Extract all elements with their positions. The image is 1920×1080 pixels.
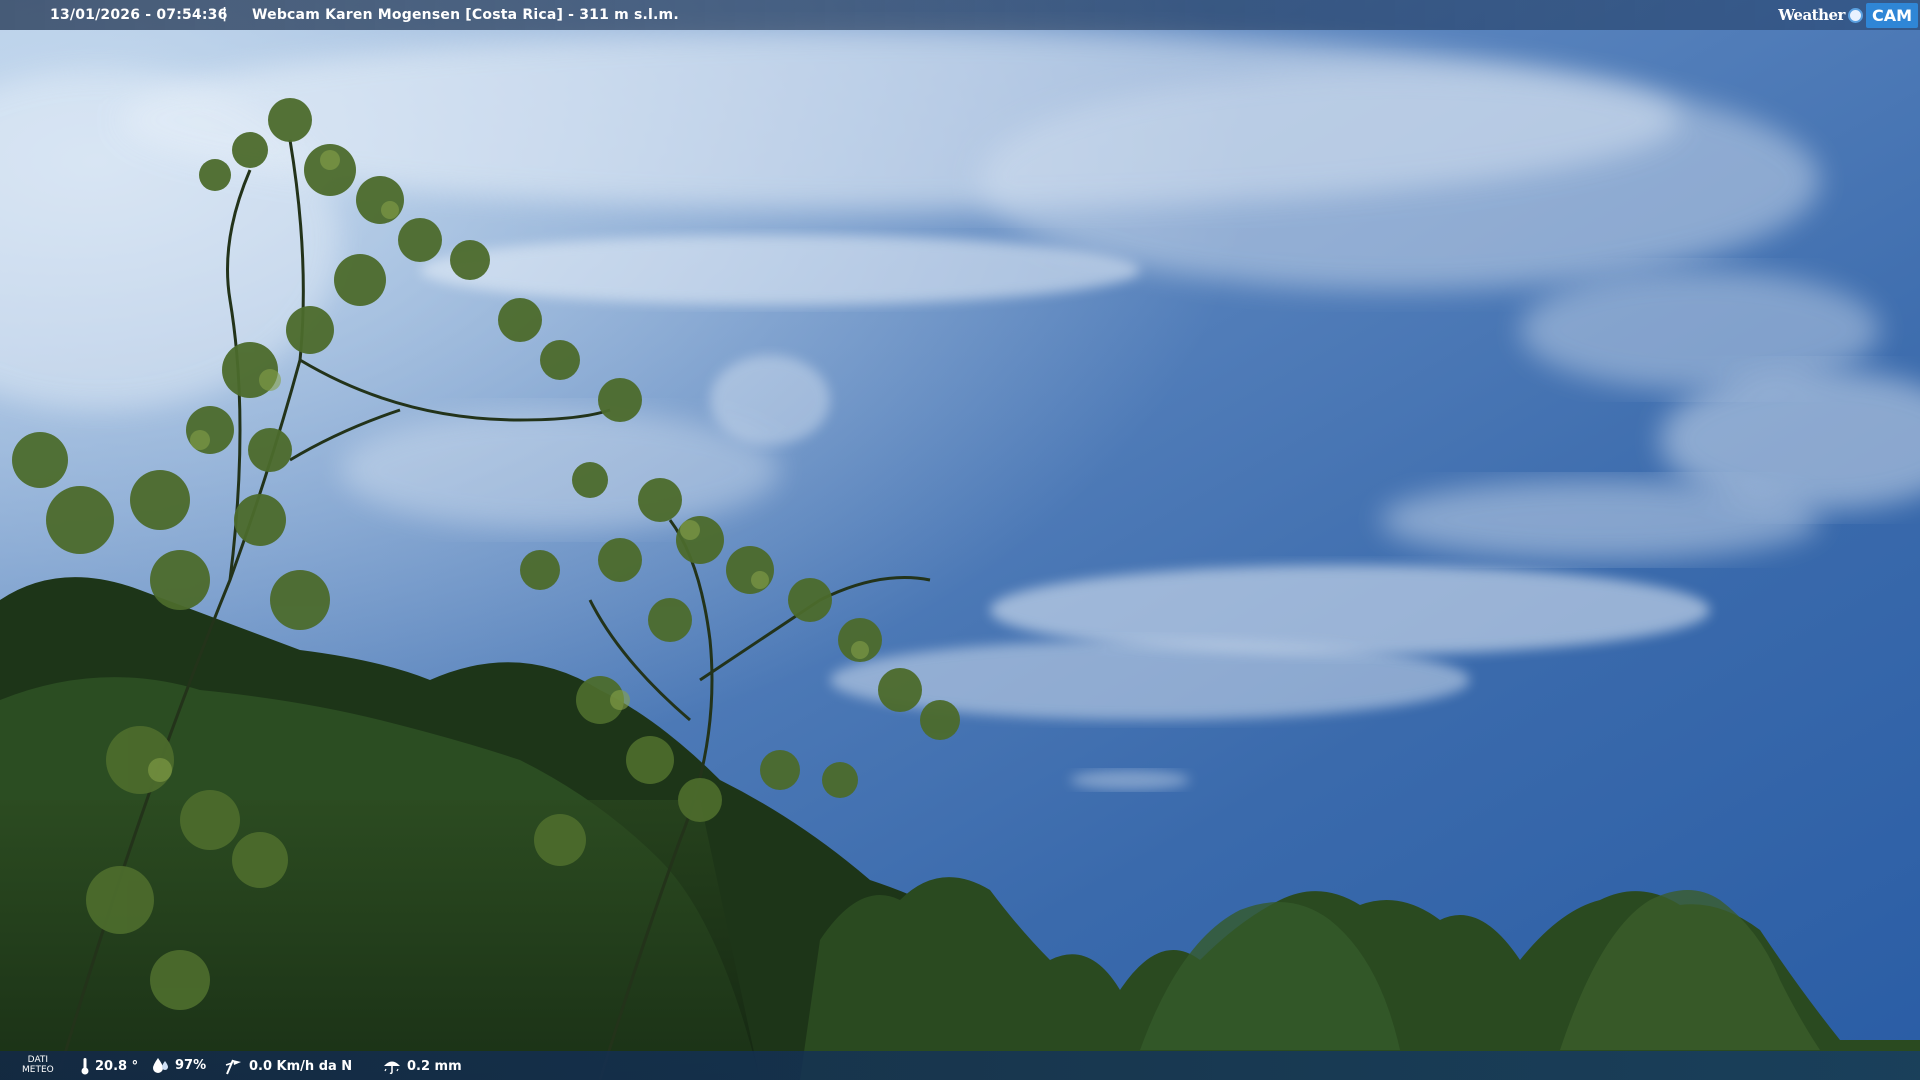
timestamp: 13/01/2026 - 07:54:36 [50,7,228,23]
rain-reading: 0.2 mm [382,1057,462,1075]
webcam-image [0,0,1920,1080]
logo-word: Weather [1778,6,1845,24]
wind-reading: 0.0 Km/h da N [224,1057,352,1075]
webcam-title: Webcam Karen Mogensen [Costa Rica] - 311… [252,7,679,23]
humidity-drop-icon [153,1058,168,1073]
thermometer-icon [81,1058,89,1075]
humidity-reading: 97% [152,1057,206,1073]
logo-badge: CAM [1865,2,1918,28]
temperature-value: 20.8 ° [95,1058,139,1074]
rain-value: 0.2 mm [407,1058,462,1074]
rain-umbrella-icon [384,1061,400,1075]
weather-data-bar: DATI METEO 20.8 ° 97% 0.0 Km/h da N 0.2 … [0,1051,1920,1080]
header-separator: | [222,6,228,22]
globe-dot-icon [1847,7,1863,23]
weathercam-logo[interactable]: Weather CAM [1778,0,1920,30]
header-bar: 13/01/2026 - 07:54:36 | Webcam Karen Mog… [0,0,1920,30]
humidity-value: 97% [175,1057,207,1073]
temperature-reading: 20.8 ° [80,1057,138,1075]
weather-data-label: DATI METEO [22,1055,54,1075]
wind-icon [225,1059,241,1075]
wind-value: 0.0 Km/h da N [249,1058,353,1074]
